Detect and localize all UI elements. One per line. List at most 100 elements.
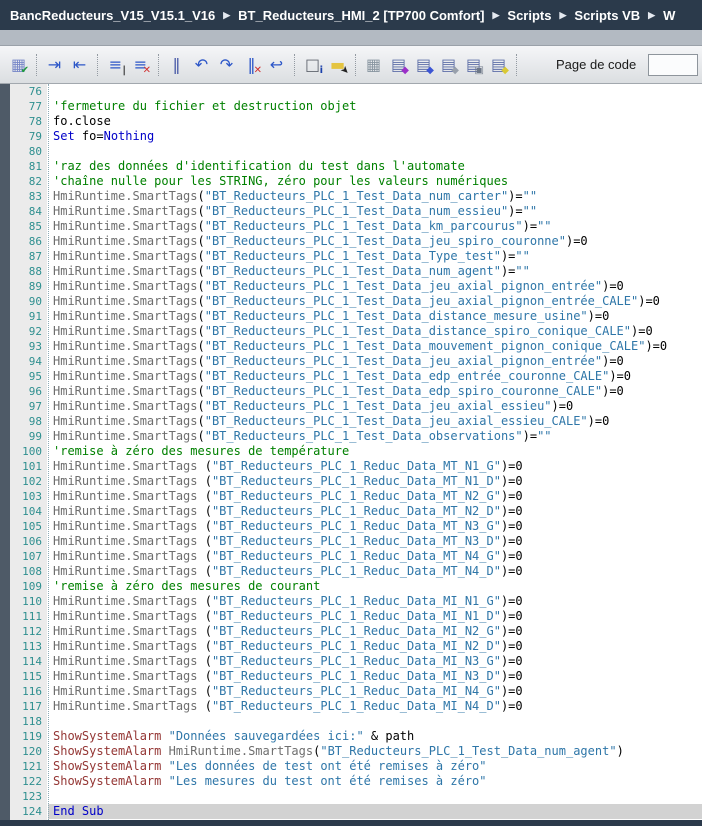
code-line[interactable]: 80: [10, 144, 702, 159]
code-text: HmiRuntime.SmartTags ("BT_Reducteurs_PLC…: [48, 624, 702, 639]
code-line[interactable]: 81'raz des données d'identification du t…: [10, 159, 702, 174]
code-line[interactable]: 78fo.close: [10, 114, 702, 129]
code-text: HmiRuntime.SmartTags("BT_Reducteurs_PLC_…: [48, 324, 702, 339]
code-line[interactable]: 107HmiRuntime.SmartTags ("BT_Reducteurs_…: [10, 549, 702, 564]
code-line[interactable]: 118: [10, 714, 702, 729]
code-line[interactable]: 115HmiRuntime.SmartTags ("BT_Reducteurs_…: [10, 669, 702, 684]
toggle-bookmark-icon[interactable]: ‖: [164, 52, 189, 77]
previous-bookmark-icon[interactable]: ↶: [189, 52, 214, 77]
breadcrumb-item[interactable]: BT_Reducteurs_HMI_2 [TP700 Comfort]: [238, 8, 484, 23]
code-line[interactable]: 108HmiRuntime.SmartTags ("BT_Reducteurs_…: [10, 564, 702, 579]
code-line[interactable]: 84HmiRuntime.SmartTags("BT_Reducteurs_PL…: [10, 204, 702, 219]
code-line[interactable]: 110HmiRuntime.SmartTags ("BT_Reducteurs_…: [10, 594, 702, 609]
code-line[interactable]: 76: [10, 84, 702, 99]
breadcrumb: BancReducteurs_V15_V15.1_V16 ▶ BT_Reducteu…: [0, 0, 702, 30]
breadcrumb-item[interactable]: Scripts VB: [574, 8, 640, 23]
breadcrumb-item[interactable]: BancReducteurs_V15_V15.1_V16: [10, 8, 215, 23]
code-line[interactable]: 105HmiRuntime.SmartTags ("BT_Reducteurs_…: [10, 519, 702, 534]
code-line[interactable]: 111HmiRuntime.SmartTags ("BT_Reducteurs_…: [10, 609, 702, 624]
code-line[interactable]: 94HmiRuntime.SmartTags("BT_Reducteurs_PL…: [10, 354, 702, 369]
code-line[interactable]: 96HmiRuntime.SmartTags("BT_Reducteurs_PL…: [10, 384, 702, 399]
breadcrumb-arrow-icon: ▶: [223, 10, 230, 21]
code-line[interactable]: 123: [10, 789, 702, 804]
delete-all-bookmarks-icon[interactable]: ‖✕: [239, 52, 264, 77]
tag-list-blue-icon[interactable]: ▤◆: [411, 52, 436, 77]
insert-table-icon[interactable]: ▦: [361, 52, 386, 77]
check-syntax-icon-overlay: ✔: [21, 66, 29, 76]
goto-line-icon[interactable]: ↩: [264, 52, 289, 77]
line-number: 113: [10, 639, 48, 654]
insert-line-icon[interactable]: ≡|: [103, 52, 128, 77]
code-line[interactable]: 85HmiRuntime.SmartTags("BT_Reducteurs_PL…: [10, 219, 702, 234]
breadcrumb-item[interactable]: Scripts: [507, 8, 551, 23]
check-syntax-icon[interactable]: ▦✔: [6, 52, 31, 77]
code-line[interactable]: 86HmiRuntime.SmartTags("BT_Reducteurs_PL…: [10, 234, 702, 249]
code-text: HmiRuntime.SmartTags ("BT_Reducteurs_PLC…: [48, 609, 702, 624]
code-line[interactable]: 100'remise à zéro des mesures de tempéra…: [10, 444, 702, 459]
code-area[interactable]: 7677'fermeture du fichier et destruction…: [10, 84, 702, 820]
code-line[interactable]: 117HmiRuntime.SmartTags ("BT_Reducteurs_…: [10, 699, 702, 714]
code-line[interactable]: 99HmiRuntime.SmartTags("BT_Reducteurs_PL…: [10, 429, 702, 444]
code-text: 'remise à zéro des mesures de courant: [48, 579, 702, 594]
code-line[interactable]: 122ShowSystemAlarm "Les mesures du test …: [10, 774, 702, 789]
delete-line-icon[interactable]: ≡✕: [128, 52, 153, 77]
line-number: 78: [10, 114, 48, 129]
code-line[interactable]: 98HmiRuntime.SmartTags("BT_Reducteurs_PL…: [10, 414, 702, 429]
line-number: 81: [10, 159, 48, 174]
code-line[interactable]: 92HmiRuntime.SmartTags("BT_Reducteurs_PL…: [10, 324, 702, 339]
tag-list-yellow-icon[interactable]: ▤◆: [486, 52, 511, 77]
next-bookmark-icon[interactable]: ↷: [214, 52, 239, 77]
browse-objects-icon[interactable]: ▬➤: [325, 52, 350, 77]
code-line[interactable]: 112HmiRuntime.SmartTags ("BT_Reducteurs_…: [10, 624, 702, 639]
code-line[interactable]: 77'fermeture du fichier et destruction o…: [10, 99, 702, 114]
line-number: 102: [10, 474, 48, 489]
code-line[interactable]: 120ShowSystemAlarm HmiRuntime.SmartTags(…: [10, 744, 702, 759]
code-text: fo.close: [48, 114, 702, 129]
code-line[interactable]: 79Set fo=Nothing: [10, 129, 702, 144]
code-text: HmiRuntime.SmartTags ("BT_Reducteurs_PLC…: [48, 459, 702, 474]
previous-bookmark-icon-glyph: ↶: [190, 53, 213, 76]
code-editor[interactable]: 7677'fermeture du fichier et destruction…: [0, 84, 702, 820]
code-line[interactable]: 97HmiRuntime.SmartTags("BT_Reducteurs_PL…: [10, 399, 702, 414]
code-line[interactable]: 116HmiRuntime.SmartTags ("BT_Reducteurs_…: [10, 684, 702, 699]
code-line[interactable]: 121ShowSystemAlarm "Les données de test …: [10, 759, 702, 774]
code-text: HmiRuntime.SmartTags("BT_Reducteurs_PLC_…: [48, 429, 702, 444]
code-line[interactable]: 124End Sub: [10, 804, 702, 819]
tag-properties-icon[interactable]: □i: [300, 52, 325, 77]
code-line[interactable]: 104HmiRuntime.SmartTags ("BT_Reducteurs_…: [10, 504, 702, 519]
code-text: ShowSystemAlarm HmiRuntime.SmartTags("BT…: [48, 744, 702, 759]
code-line[interactable]: 88HmiRuntime.SmartTags("BT_Reducteurs_PL…: [10, 264, 702, 279]
indent-icon[interactable]: ⇥: [42, 52, 67, 77]
line-number: 82: [10, 174, 48, 189]
breadcrumb-arrow-icon: ▶: [648, 10, 655, 21]
code-line[interactable]: 89HmiRuntime.SmartTags("BT_Reducteurs_PL…: [10, 279, 702, 294]
code-line[interactable]: 91HmiRuntime.SmartTags("BT_Reducteurs_PL…: [10, 309, 702, 324]
code-line[interactable]: 109'remise à zéro des mesures de courant: [10, 579, 702, 594]
code-line[interactable]: 83HmiRuntime.SmartTags("BT_Reducteurs_PL…: [10, 189, 702, 204]
tag-list-system-icon[interactable]: ▤▣: [461, 52, 486, 77]
line-number: 104: [10, 504, 48, 519]
code-line[interactable]: 101HmiRuntime.SmartTags ("BT_Reducteurs_…: [10, 459, 702, 474]
tag-list-purple-icon[interactable]: ▤◆: [386, 52, 411, 77]
breadcrumb-item[interactable]: W: [663, 8, 675, 23]
code-line[interactable]: 114HmiRuntime.SmartTags ("BT_Reducteurs_…: [10, 654, 702, 669]
insert-table-icon-glyph: ▦: [362, 53, 385, 76]
toolbar-separator: [97, 54, 98, 76]
code-line[interactable]: 103HmiRuntime.SmartTags ("BT_Reducteurs_…: [10, 489, 702, 504]
toolbar-separator: [355, 54, 356, 76]
tag-list-gray-icon[interactable]: ▤◆: [436, 52, 461, 77]
code-line[interactable]: 119ShowSystemAlarm "Données sauvegardées…: [10, 729, 702, 744]
code-line[interactable]: 87HmiRuntime.SmartTags("BT_Reducteurs_PL…: [10, 249, 702, 264]
code-line[interactable]: 106HmiRuntime.SmartTags ("BT_Reducteurs_…: [10, 534, 702, 549]
code-text: End Sub: [48, 804, 702, 819]
code-line[interactable]: 113HmiRuntime.SmartTags ("BT_Reducteurs_…: [10, 639, 702, 654]
code-line[interactable]: 95HmiRuntime.SmartTags("BT_Reducteurs_PL…: [10, 369, 702, 384]
code-line[interactable]: 102HmiRuntime.SmartTags ("BT_Reducteurs_…: [10, 474, 702, 489]
code-line[interactable]: 82'chaîne nulle pour les STRING, zéro po…: [10, 174, 702, 189]
codepage-select[interactable]: [648, 54, 698, 76]
outdent-icon[interactable]: ⇤: [67, 52, 92, 77]
toolbar-separator: [36, 54, 37, 76]
code-line[interactable]: 90HmiRuntime.SmartTags("BT_Reducteurs_PL…: [10, 294, 702, 309]
code-line[interactable]: 93HmiRuntime.SmartTags("BT_Reducteurs_PL…: [10, 339, 702, 354]
line-number: 79: [10, 129, 48, 144]
